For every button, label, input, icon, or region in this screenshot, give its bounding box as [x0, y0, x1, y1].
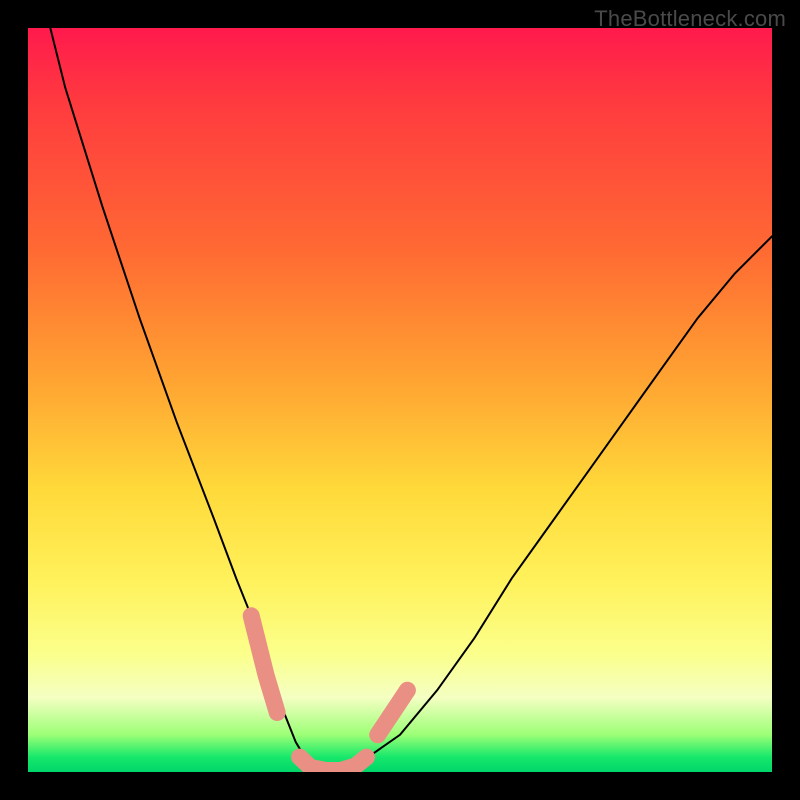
fit-marker-segment [378, 690, 408, 735]
chart-curve-layer [28, 28, 772, 772]
fit-range-markers [251, 616, 407, 771]
bottleneck-curve [50, 28, 772, 771]
chart-frame: TheBottleneck.com [0, 0, 800, 800]
chart-plot-area [28, 28, 772, 772]
watermark-text: TheBottleneck.com [594, 6, 786, 32]
fit-marker-segment [251, 616, 277, 713]
fit-marker-segment [300, 757, 367, 770]
